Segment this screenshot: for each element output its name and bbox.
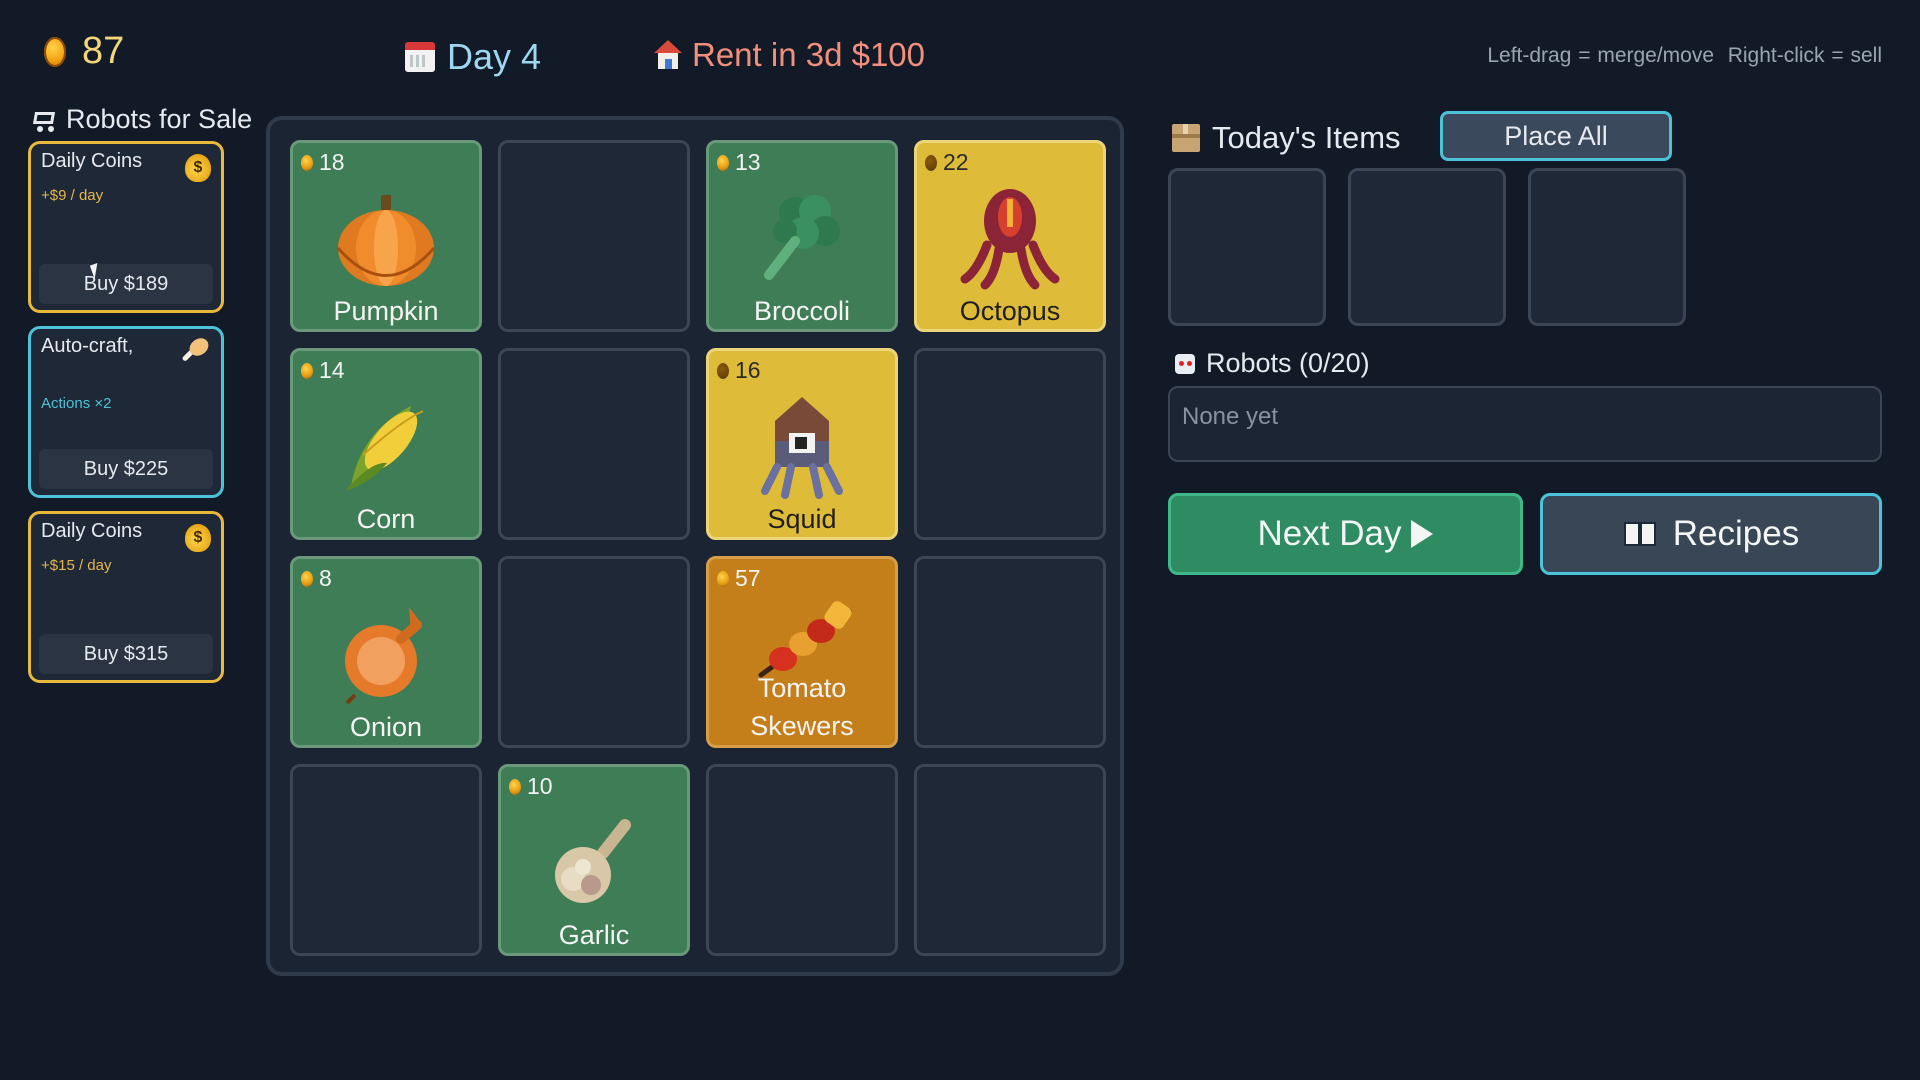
robots-count: Robots (0/20) — [1206, 348, 1370, 378]
todays-item-slot[interactable] — [1168, 168, 1326, 326]
coin-icon — [717, 154, 729, 171]
controls-hint: Left-drag = merge/move Right-click = sel… — [1487, 44, 1882, 67]
shop-card-name: Auto-craft, — [41, 335, 134, 357]
buy-button[interactable]: Buy $315 — [39, 634, 213, 674]
robots-for-sale-header: Robots for Sale — [30, 104, 252, 135]
house-icon — [654, 40, 682, 70]
book-icon — [1623, 520, 1659, 548]
day-indicator: Day 4 — [405, 36, 541, 78]
coin-icon — [301, 362, 313, 379]
shop-card-effect: +$9 / day — [41, 187, 104, 204]
tile-label: Squid — [767, 504, 837, 534]
robots-for-sale-title: Robots for Sale — [66, 104, 253, 134]
board-tile-onion[interactable]: 8 Onion — [290, 556, 482, 748]
board-tile-corn[interactable]: 14 Corn — [290, 348, 482, 540]
coin-icon — [301, 570, 313, 587]
day-label: Day 4 — [447, 36, 542, 77]
cart-icon — [30, 108, 56, 132]
shop-card-effect: Actions ×2 — [41, 395, 112, 412]
onion-icon — [345, 607, 422, 705]
tile-label: Corn — [356, 504, 416, 534]
tile-label: Tomato Skewers — [750, 673, 854, 741]
corn-icon — [345, 406, 424, 491]
robots-list: None yet — [1168, 386, 1882, 462]
robots-empty-text: None yet — [1182, 403, 1279, 430]
buy-button[interactable]: Buy $189 — [39, 264, 213, 304]
board-tile-garlic[interactable]: 10 Garlic — [498, 764, 690, 956]
coin-icon — [301, 154, 313, 171]
coin-icon — [44, 36, 66, 67]
tile-price: 8 — [301, 565, 332, 592]
squid-icon — [761, 397, 843, 499]
board-tile-broccoli[interactable]: 13 Broccoli — [706, 140, 898, 332]
tile-price: 18 — [301, 149, 345, 176]
calendar-icon — [405, 42, 435, 72]
shop-card-auto-craft[interactable]: Auto-craft, Actions ×2 Buy $225 — [28, 326, 224, 498]
coin-icon — [717, 570, 729, 587]
robot-icon — [1174, 352, 1196, 376]
board-cell-empty[interactable] — [914, 556, 1106, 748]
play-icon — [1411, 520, 1434, 548]
tile-price: 13 — [717, 149, 761, 176]
rent-indicator: Rent in 3d $100 — [654, 36, 925, 74]
coin-icon — [717, 362, 729, 379]
board-tile-pumpkin[interactable]: 18 Pumpkin — [290, 140, 482, 332]
board-cell-empty[interactable] — [914, 348, 1106, 540]
todays-items-header: Today's Items — [1172, 120, 1401, 156]
board-cell-empty[interactable] — [498, 140, 690, 332]
coin-icon — [509, 778, 521, 795]
tile-price: 57 — [717, 565, 761, 592]
next-day-button[interactable]: Next Day — [1168, 493, 1523, 575]
todays-items-title: Today's Items — [1212, 120, 1401, 155]
board-cell-empty[interactable] — [914, 764, 1106, 956]
garlic-icon — [555, 819, 631, 903]
board-tile-tomato-skewers[interactable]: 57 Tomato Skewers — [706, 556, 898, 748]
tile-label: Broccoli — [753, 296, 851, 326]
place-all-button[interactable]: Place All — [1440, 111, 1672, 161]
rent-label: Rent in 3d $100 — [692, 36, 926, 73]
robots-header: Robots (0/20) — [1174, 348, 1370, 379]
tile-label: Garlic — [558, 920, 630, 950]
buy-button[interactable]: Buy $225 — [39, 449, 213, 489]
recipes-label: Recipes — [1672, 514, 1800, 553]
board-cell-empty[interactable] — [498, 348, 690, 540]
octopus-icon — [960, 189, 1060, 290]
money-bag-icon: $ — [185, 154, 211, 182]
todays-item-slot[interactable] — [1528, 168, 1686, 326]
shop-card-daily-coins-15[interactable]: Daily Coins $ +$15 / day Buy $315 — [28, 511, 224, 683]
tile-label: Onion — [349, 712, 423, 742]
next-day-label: Next Day — [1257, 514, 1402, 553]
package-icon — [1172, 124, 1200, 152]
coin-counter: 87 — [44, 30, 124, 73]
pumpkin-icon — [336, 195, 436, 286]
broccoli-icon — [764, 195, 840, 280]
board-cell-empty[interactable] — [290, 764, 482, 956]
board-cell-empty[interactable] — [706, 764, 898, 956]
tile-label: Pumpkin — [333, 296, 439, 326]
shop-card-name: Daily Coins — [41, 520, 143, 542]
board-tile-squid[interactable]: 16 Squid — [706, 348, 898, 540]
tile-price: 22 — [925, 149, 969, 176]
tile-price: 14 — [301, 357, 345, 384]
recipes-button[interactable]: Recipes — [1540, 493, 1882, 575]
money-bag-icon: $ — [185, 524, 211, 552]
coin-amount: 87 — [82, 30, 125, 72]
merge-board: 18 Pumpkin 13 Broccoli 22 Octopus 14 Cor… — [266, 116, 1124, 976]
coin-icon — [925, 154, 937, 171]
board-cell-empty[interactable] — [498, 556, 690, 748]
tile-label: Octopus — [959, 296, 1061, 326]
tile-price: 10 — [509, 773, 553, 800]
drumstick-icon — [179, 334, 212, 369]
tile-price: 16 — [717, 357, 761, 384]
shop-card-name: Daily Coins — [41, 150, 143, 172]
todays-item-slot[interactable] — [1348, 168, 1506, 326]
board-tile-octopus[interactable]: 22 Octopus — [914, 140, 1106, 332]
shop-card-daily-coins-9[interactable]: Daily Coins $ +$9 / day Buy $189 — [28, 141, 224, 313]
shop-card-effect: +$15 / day — [41, 557, 112, 574]
